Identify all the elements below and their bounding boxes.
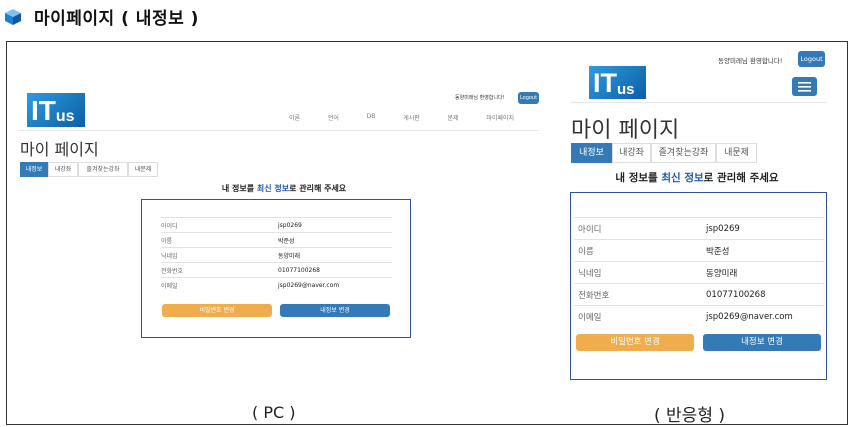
info-row: 아이디 jsp0269 [574, 217, 824, 239]
pc-info-card: 아이디 jsp0269 이름 박준성 닉네임 동양미래 전화번호 01077100268… [141, 199, 411, 338]
logo-text: IT [593, 68, 617, 98]
logo-text: IT [31, 95, 56, 126]
notice-highlight: 최신 정보 [256, 184, 290, 193]
welcome-user: 동양미래 [718, 57, 742, 65]
nav-item-theory[interactable]: 이론 [289, 113, 300, 123]
tab-my-courses[interactable]: 내강좌 [612, 143, 651, 163]
field-value: 01077100268 [278, 266, 320, 274]
mobile-info-card: 아이디 jsp0269 이름 박준성 닉네임 동양미래 전화번호 01077100268… [570, 192, 827, 380]
mobile-divider [570, 102, 826, 103]
mobile-logout-button[interactable]: Logout [798, 51, 825, 67]
tab-my-problems[interactable]: 내문제 [716, 143, 757, 163]
section-title: 마이페이지 ( 내정보 ) [34, 9, 199, 29]
tab-my-info[interactable]: 내정보 [571, 143, 612, 163]
welcome-suffix: 님 환영합니다! [741, 57, 783, 65]
field-label: 이름 [161, 237, 173, 245]
field-label: 이메일 [161, 282, 178, 290]
field-label: 아이디 [578, 224, 602, 235]
hamburger-menu-button[interactable] [792, 77, 817, 96]
field-value: 동양미래 [278, 252, 301, 260]
field-value: jsp0269@naver.com [706, 311, 793, 322]
tab-favorite-courses[interactable]: 즐겨찾는강좌 [651, 143, 716, 163]
pc-logo: IT us [27, 93, 85, 127]
field-value: jsp0269 [706, 223, 740, 234]
notice-post: 로 관리해 주세요 [289, 184, 347, 193]
notice-pre: 내 정보를 [615, 172, 662, 184]
field-label: 아이디 [161, 222, 178, 230]
pc-edit-info-button[interactable]: 내정보 변경 [280, 304, 390, 317]
welcome-user: 동양미래 [455, 95, 474, 101]
document-page: 마이페이지 ( 내정보 ) IT us 동양미래님 환영합니다! Logout … [0, 0, 855, 427]
hamburger-icon [798, 82, 811, 92]
mobile-tabs: 내정보 내강좌 즐겨찾는강좌 내문제 [571, 143, 757, 163]
field-label: 전화번호 [161, 267, 184, 275]
field-label: 전화번호 [578, 290, 610, 301]
logo-text-small: us [617, 81, 635, 98]
field-value: jsp0269 [278, 221, 302, 229]
pc-info-table: 아이디 jsp0269 이름 박준성 닉네임 동양미래 전화번호 01077100268… [161, 217, 392, 292]
pc-logout-button[interactable]: Logout [518, 92, 539, 104]
field-label: 이메일 [578, 312, 602, 323]
nav-item-language[interactable]: 언어 [328, 113, 339, 123]
mobile-change-password-button[interactable]: 비밀번호 변경 [576, 334, 694, 351]
field-value: 박준성 [706, 246, 730, 257]
mobile-screen: 동양미래님 환영합니다! Logout IT us 마이 페이지 내정보 내강좌… [566, 46, 828, 386]
pc-notice: 내 정보를 최신 정보로 관리해 주세요 [174, 183, 394, 194]
pc-welcome-text: 동양미래님 환영합니다! [455, 94, 505, 101]
field-value: jsp0269@naver.com [278, 281, 340, 289]
notice-post: 로 관리해 주세요 [703, 172, 779, 184]
field-value: 동양미래 [706, 268, 738, 279]
field-label: 닉네임 [578, 268, 602, 279]
info-row: 닉네임 동양미래 [574, 261, 824, 283]
nav-item-mypage[interactable]: 마이페이지 [486, 113, 514, 123]
tab-my-courses[interactable]: 내강좌 [48, 162, 78, 177]
logo-text-small: us [55, 108, 75, 125]
mobile-page-title: 마이 페이지 [571, 118, 680, 143]
tab-favorite-courses[interactable]: 즐겨찾는강좌 [78, 162, 128, 177]
field-value: 박준성 [278, 237, 295, 245]
field-value: 01077100268 [706, 289, 766, 300]
info-row: 전화번호 01077100268 [574, 283, 824, 305]
cube-icon [5, 9, 21, 25]
pc-divider [19, 130, 539, 131]
caption-pc: ( PC ) [252, 403, 296, 422]
mobile-info-table: 아이디 jsp0269 이름 박준성 닉네임 동양미래 전화번호 01077100268… [574, 217, 824, 327]
pc-screen: IT us 동양미래님 환영합니다! Logout 이론 언어 DB 게시판 문… [14, 88, 544, 350]
tab-my-info[interactable]: 내정보 [20, 162, 48, 177]
info-row: 이메일 jsp0269@naver.com [161, 277, 392, 292]
info-row: 이메일 jsp0269@naver.com [574, 305, 824, 327]
pc-page-title: 마이 페이지 [20, 140, 99, 159]
field-label: 닉네임 [161, 252, 178, 260]
nav-item-problem[interactable]: 문제 [448, 113, 459, 123]
notice-pre: 내 정보를 [221, 184, 257, 193]
info-row: 이름 박준성 [574, 239, 824, 261]
info-row: 전화번호 01077100268 [161, 262, 392, 277]
mobile-edit-info-button[interactable]: 내정보 변경 [703, 334, 821, 351]
mobile-welcome-text: 동양미래님 환영합니다! [718, 55, 782, 65]
field-label: 이름 [578, 246, 594, 257]
mobile-notice: 내 정보를 최신 정보로 관리해 주세요 [571, 170, 823, 185]
pc-nav: 이론 언어 DB 게시판 문제 마이페이지 [289, 113, 514, 123]
welcome-suffix: 님 환영합니다! [473, 95, 505, 101]
mobile-logo: IT us [589, 66, 646, 99]
notice-highlight: 최신 정보 [661, 172, 704, 184]
caption-responsive: ( 반응형 ) [654, 406, 725, 426]
pc-change-password-button[interactable]: 비밀번호 변경 [162, 304, 272, 317]
pc-tabs: 내정보 내강좌 즐겨찾는강좌 내문제 [20, 162, 158, 177]
tab-my-problems[interactable]: 내문제 [128, 162, 158, 177]
info-row: 아이디 jsp0269 [161, 217, 392, 232]
nav-item-db[interactable]: DB [367, 113, 376, 123]
info-row: 이름 박준성 [161, 232, 392, 247]
nav-item-board[interactable]: 게시판 [403, 113, 420, 123]
info-row: 닉네임 동양미래 [161, 247, 392, 262]
